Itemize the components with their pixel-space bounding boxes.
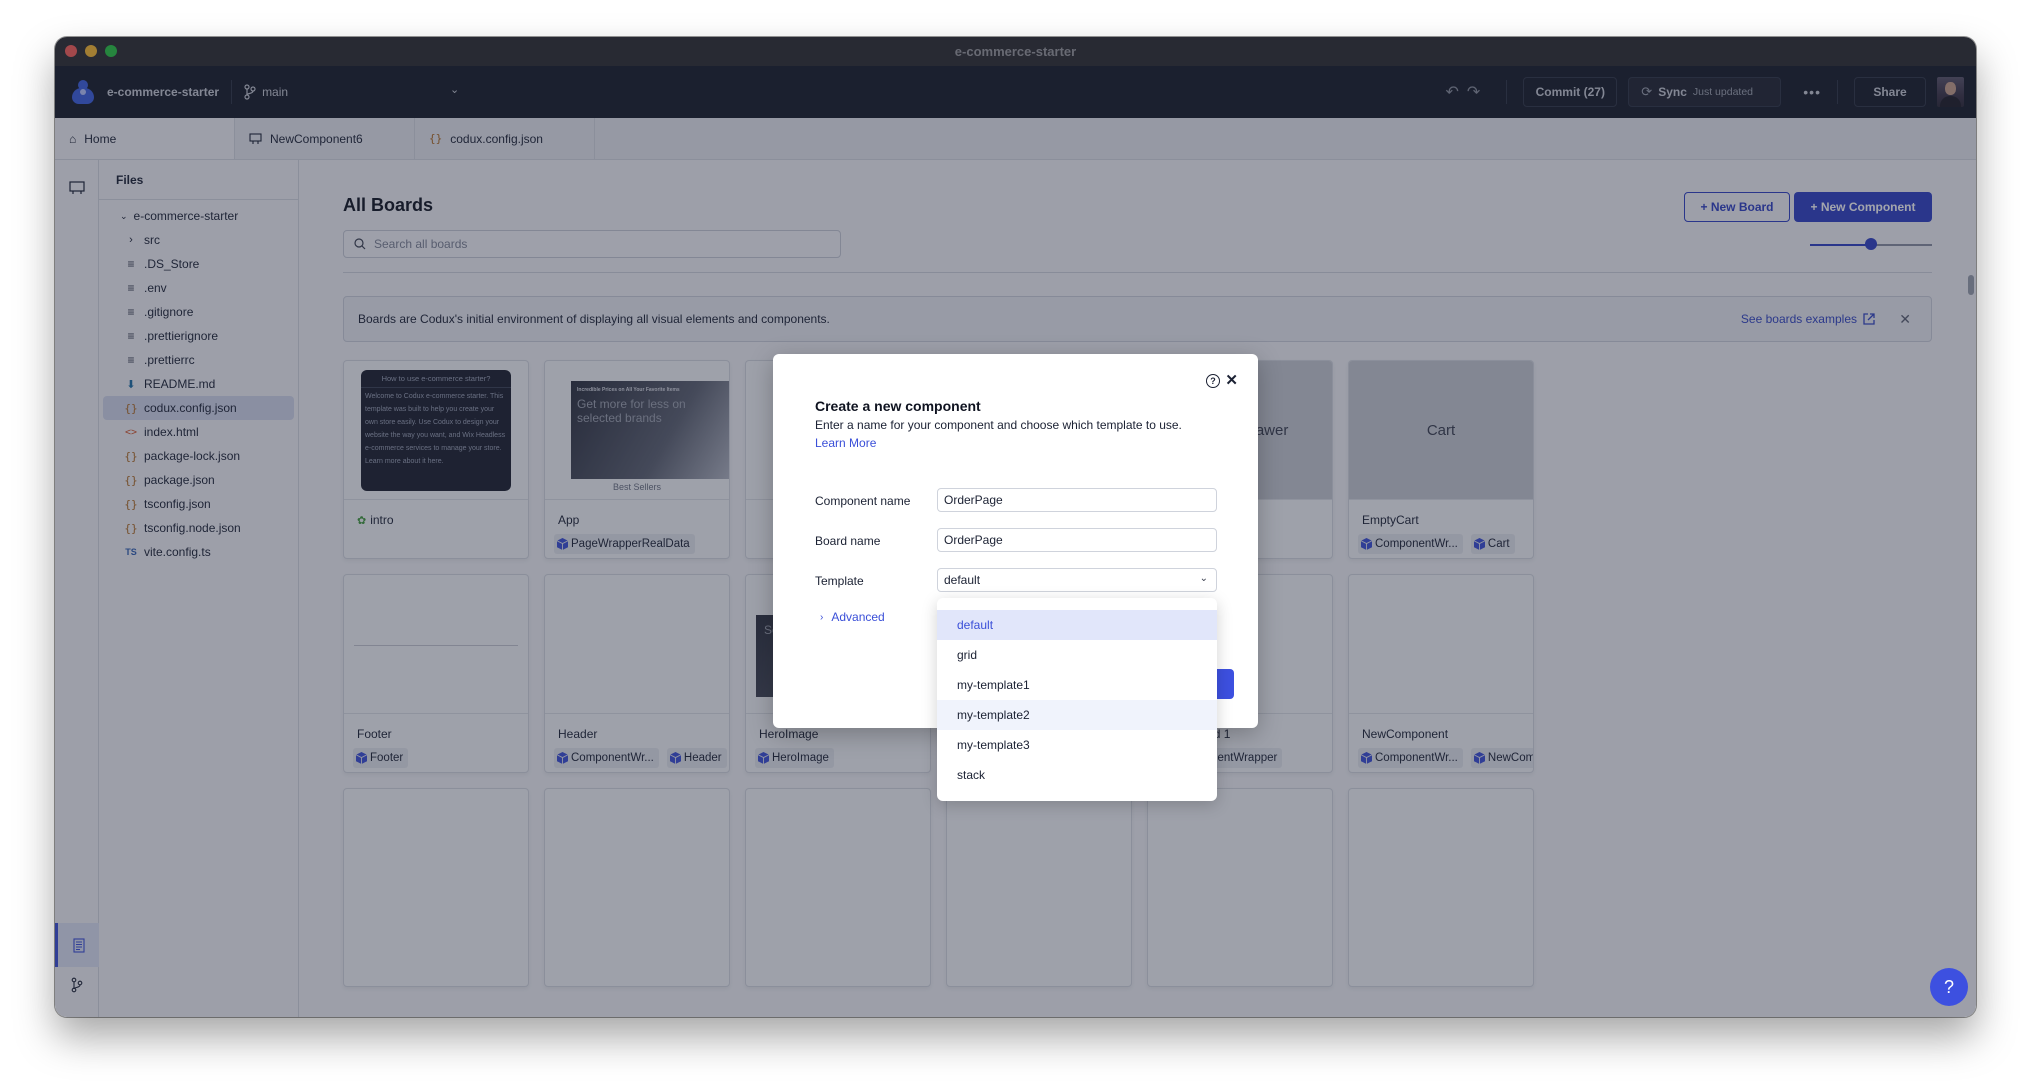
dialog-description: Enter a name for your component and choo… — [815, 418, 1182, 432]
template-dropdown: default grid my-template1 my-template2 my-te… — [937, 598, 1217, 801]
template-option[interactable]: grid — [937, 640, 1217, 670]
template-select-value: default — [944, 573, 981, 587]
chevron-down-icon: ⌄ — [1199, 573, 1208, 584]
template-option[interactable]: stack — [937, 760, 1217, 790]
template-option[interactable]: my-template2 — [937, 700, 1217, 730]
template-option[interactable]: my-template3 — [937, 730, 1217, 760]
template-label: Template — [815, 574, 864, 588]
learn-more-link[interactable]: Learn More — [815, 436, 876, 450]
template-select[interactable]: default ⌄ — [937, 568, 1217, 592]
close-icon[interactable]: ✕ — [1225, 371, 1238, 389]
component-name-label: Component name — [815, 494, 911, 508]
help-button[interactable]: ? — [1930, 968, 1968, 1006]
advanced-label: Advanced — [831, 610, 885, 624]
dialog-title: Create a new component — [815, 398, 981, 414]
board-name-field[interactable]: OrderPage — [937, 528, 1217, 552]
template-option[interactable]: default — [937, 610, 1217, 640]
component-name-field[interactable]: OrderPage — [937, 488, 1217, 512]
chevron-right-icon: › — [820, 611, 824, 623]
template-option[interactable]: my-template1 — [937, 670, 1217, 700]
board-name-label: Board name — [815, 534, 881, 548]
advanced-toggle[interactable]: › Advanced — [820, 610, 885, 624]
help-icon[interactable]: ? — [1206, 374, 1220, 388]
